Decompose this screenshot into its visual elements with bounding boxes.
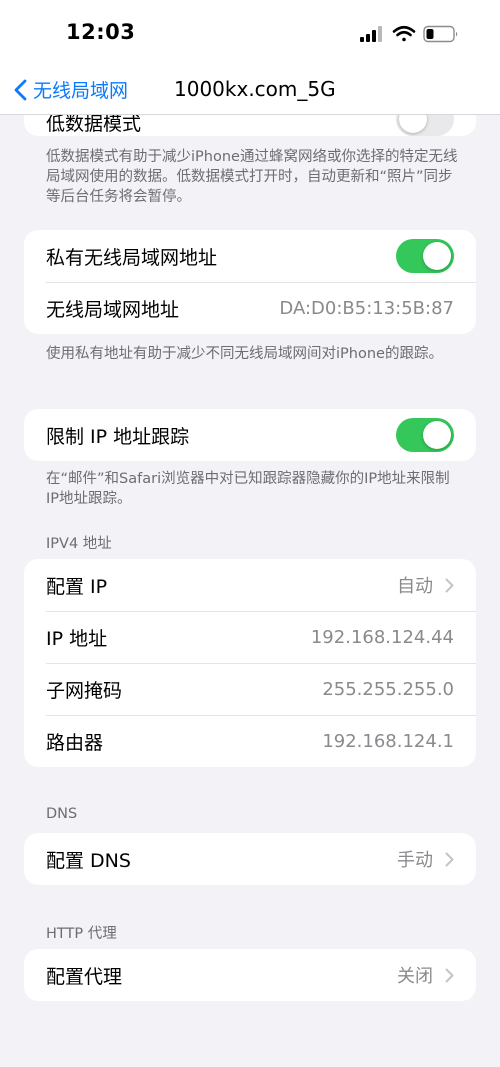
status-icons [360, 24, 460, 44]
wifi-address-value: DA:D0:B5:13:5B:87 [279, 297, 454, 319]
limit-tracking-toggle[interactable] [396, 418, 454, 452]
configure-proxy-value: 关闭 [397, 966, 433, 987]
subnet-mask-row: 子网掩码 255.255.255.0 [24, 663, 476, 715]
ipv4-header: IPV4 地址 [46, 536, 112, 552]
wifi-icon [392, 25, 416, 42]
back-label: 无线局域网 [33, 80, 129, 102]
configure-dns-row[interactable]: 配置 DNS 手动 [24, 833, 476, 885]
chevron-left-icon [14, 79, 27, 100]
dns-group: 配置 DNS 手动 [24, 833, 476, 885]
private-address-note: 使用私有地址有助于减少不同无线局域网间对iPhone的跟踪。 [46, 346, 443, 362]
private-address-label: 私有无线局域网地址 [46, 246, 218, 269]
router-value: 192.168.124.1 [322, 730, 454, 752]
configure-ip-label: 配置 IP [46, 575, 108, 598]
toggle-knob [423, 242, 451, 270]
low-data-note: 低数据模式有助于减少iPhone通过蜂窝网络或你选择的特定无线局域网使用的数据。… [46, 149, 458, 205]
private-address-row[interactable]: 私有无线局域网地址 [24, 230, 476, 282]
ipv4-group: 配置 IP 自动 IP 地址 192.168.124.44 子网掩码 255.2… [24, 559, 476, 767]
configure-proxy-label: 配置代理 [46, 965, 123, 988]
limit-tracking-note: 在“邮件”和Safari浏览器中对已知跟踪器隐藏你的IP地址来限制IP地址跟踪。 [46, 471, 450, 507]
ip-address-row: IP 地址 192.168.124.44 [24, 611, 476, 663]
wifi-address-label: 无线局域网地址 [46, 298, 180, 321]
configure-dns-label: 配置 DNS [46, 849, 131, 872]
configure-dns-value: 手动 [397, 850, 433, 871]
page-title: 1000kx.com_5G [174, 77, 336, 101]
chevron-right-icon [445, 968, 454, 983]
limit-tracking-label: 限制 IP 地址跟踪 [46, 425, 190, 448]
navigation-bar: 无线局域网 1000kx.com_5G [0, 70, 500, 115]
router-row: 路由器 192.168.124.1 [24, 715, 476, 767]
cellular-signal-icon [360, 26, 382, 42]
http-proxy-group: 配置代理 关闭 [24, 949, 476, 1001]
subnet-mask-label: 子网掩码 [46, 679, 123, 702]
status-bar: 12:03 [0, 0, 500, 70]
limit-tracking-row[interactable]: 限制 IP 地址跟踪 [24, 409, 476, 461]
router-label: 路由器 [46, 731, 104, 754]
configure-ip-row[interactable]: 配置 IP 自动 [24, 559, 476, 611]
chevron-right-icon [445, 578, 454, 593]
battery-icon [423, 25, 458, 43]
subnet-mask-value: 255.255.255.0 [322, 678, 454, 700]
back-button[interactable]: 无线局域网 [14, 76, 128, 103]
status-time: 12:03 [66, 20, 136, 44]
dns-header: DNS [46, 806, 78, 822]
private-address-group: 私有无线局域网地址 无线局域网地址 DA:D0:B5:13:5B:87 [24, 230, 476, 334]
private-address-toggle[interactable] [396, 239, 454, 273]
chevron-right-icon [445, 852, 454, 867]
configure-ip-value: 自动 [397, 576, 433, 597]
toggle-knob [423, 421, 451, 449]
ip-address-value: 192.168.124.44 [310, 626, 454, 648]
limit-tracking-group: 限制 IP 地址跟踪 [24, 409, 476, 461]
configure-proxy-row[interactable]: 配置代理 关闭 [24, 949, 476, 1001]
http-proxy-header: HTTP 代理 [46, 926, 117, 942]
ip-address-label: IP 地址 [46, 627, 108, 650]
wifi-address-row: 无线局域网地址 DA:D0:B5:13:5B:87 [24, 282, 476, 334]
